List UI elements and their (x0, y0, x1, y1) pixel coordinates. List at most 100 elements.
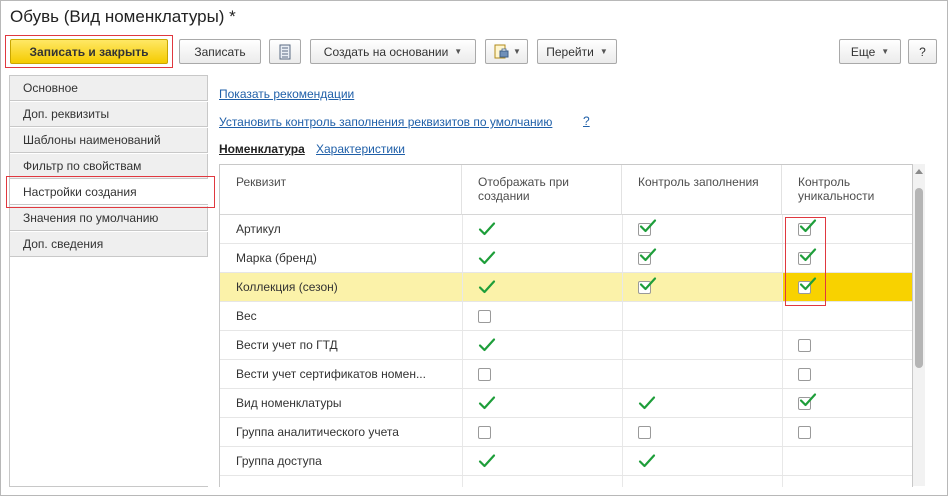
sidebar-item-label: Настройки создания (23, 185, 137, 199)
help-label: ? (919, 44, 926, 59)
save-button[interactable]: Записать (179, 39, 261, 64)
attribute-name: Коллекция (сезон) (236, 280, 338, 294)
sidebar-item-default-values[interactable]: Значения по умолчанию (10, 206, 208, 231)
table-row[interactable]: Вести учет сертификатов номен... (220, 360, 912, 389)
sidebar-item-label: Доп. сведения (23, 237, 104, 251)
column-divider (462, 418, 463, 446)
sidebar-item-label: Основное (23, 81, 78, 95)
create-based-on-button[interactable]: Создать на основании ▼ (310, 39, 476, 64)
table-row[interactable]: Вести учет по ГТД (220, 331, 912, 360)
checkbox-unchecked[interactable] (798, 339, 811, 352)
check-icon[interactable] (478, 395, 496, 411)
table-row[interactable]: Вид номенклатуры (220, 389, 912, 418)
column-divider (462, 273, 463, 301)
column-divider (462, 360, 463, 388)
check-icon (639, 219, 657, 233)
column-divider (622, 302, 623, 330)
table-row[interactable]: Группа доступа (220, 447, 912, 476)
chevron-down-icon: ▼ (881, 47, 890, 56)
sidebar-item-main[interactable]: Основное (10, 76, 208, 101)
tab-characteristics[interactable]: Характеристики (316, 142, 405, 156)
attribute-name: Группа доступа (236, 454, 322, 468)
table-row[interactable]: Коллекция (сезон) (220, 273, 912, 302)
column-divider (622, 418, 623, 446)
print-menu-button[interactable]: ▼ (485, 39, 528, 64)
goto-button[interactable]: Перейти ▼ (537, 39, 617, 64)
column-header-uniqueness[interactable]: Контроль уникальности (782, 165, 912, 215)
check-icon (639, 277, 657, 291)
check-icon[interactable] (478, 250, 496, 266)
attribute-name: Артикул (236, 222, 281, 236)
checkbox-unchecked[interactable] (638, 426, 651, 439)
column-divider (782, 447, 783, 475)
column-divider (622, 273, 623, 301)
tab-nomenclature[interactable]: Номенклатура (219, 142, 305, 156)
sidebar-item-label: Значения по умолчанию (23, 211, 159, 225)
more-button[interactable]: Еще ▼ (839, 39, 901, 64)
sidebar-item-label: Фильтр по свойствам (23, 159, 142, 173)
sidebar-item-additional-attributes[interactable]: Доп. реквизиты (10, 102, 208, 127)
column-divider (462, 447, 463, 475)
column-divider (462, 244, 463, 272)
checkbox-unchecked[interactable] (798, 368, 811, 381)
column-divider (782, 360, 783, 388)
checkbox-unchecked[interactable] (478, 426, 491, 439)
check-icon[interactable] (478, 453, 496, 469)
save-and-close-button[interactable]: Записать и закрыть (10, 39, 168, 64)
check-icon (799, 219, 817, 233)
attribute-name: Вид номенклатуры (236, 396, 342, 410)
save-label: Записать (194, 44, 246, 59)
check-icon[interactable] (638, 453, 656, 469)
table-row[interactable]: Артикул (220, 215, 912, 244)
column-header-label: Контроль уникальности (798, 175, 875, 203)
column-divider (782, 476, 783, 487)
check-icon[interactable] (478, 279, 496, 295)
form-title: Обувь (Вид номенклатуры) * (10, 7, 236, 26)
scroll-up-icon[interactable] (915, 169, 923, 174)
sidebar-item-creation-settings[interactable]: Настройки создания (10, 180, 208, 205)
check-icon[interactable] (478, 337, 496, 353)
list-report-button[interactable] (269, 39, 301, 64)
check-icon[interactable] (638, 395, 656, 411)
attribute-name: Вес (236, 309, 257, 323)
column-divider (462, 302, 463, 330)
check-icon[interactable] (478, 221, 496, 237)
column-header-display[interactable]: Отображать при создании (462, 165, 622, 215)
more-label: Еще (850, 44, 876, 59)
column-divider (622, 360, 623, 388)
show-recommendations-link[interactable]: Показать рекомендации (219, 87, 354, 101)
check-icon (799, 393, 817, 407)
sidebar-item-name-templates[interactable]: Шаблоны наименований (10, 128, 208, 153)
checkbox-unchecked[interactable] (478, 368, 491, 381)
sidebar-item-label: Шаблоны наименований (23, 133, 161, 147)
column-divider (462, 476, 463, 487)
checkbox-unchecked[interactable] (798, 426, 811, 439)
checkbox-unchecked[interactable] (478, 310, 491, 323)
help-button[interactable]: ? (908, 39, 937, 64)
sidebar-item-additional-info[interactable]: Доп. сведения (10, 232, 208, 257)
column-divider (782, 418, 783, 446)
create-based-on-label: Создать на основании (323, 44, 449, 59)
check-icon (799, 277, 817, 291)
column-divider (782, 244, 783, 272)
column-divider (782, 273, 783, 301)
table-row[interactable]: Группа аналитического учета (220, 418, 912, 447)
column-divider (622, 389, 623, 417)
table-row[interactable]: Марка (бренд) (220, 244, 912, 273)
column-header-fill-control[interactable]: Контроль заполнения (622, 165, 782, 215)
attribute-name: Вести учет сертификатов номен... (236, 367, 426, 381)
default-fill-control-link[interactable]: Установить контроль заполнения реквизито… (219, 115, 552, 129)
column-divider (462, 331, 463, 359)
column-header-attribute[interactable]: Реквизит (220, 165, 462, 215)
table-row[interactable] (220, 476, 912, 487)
goto-label: Перейти (546, 44, 594, 59)
column-divider (622, 331, 623, 359)
sidebar: Основное Доп. реквизиты Шаблоны наименов… (9, 75, 208, 487)
sidebar-item-property-filter[interactable]: Фильтр по свойствам (10, 154, 208, 179)
check-icon (639, 248, 657, 262)
help-question-link[interactable]: ? (583, 114, 590, 128)
attributes-table: Реквизит Отображать при создании Контрол… (219, 164, 913, 487)
scrollbar-thumb[interactable] (915, 188, 923, 368)
table-row[interactable]: Вес (220, 302, 912, 331)
save-and-close-label: Записать и закрыть (29, 44, 149, 59)
